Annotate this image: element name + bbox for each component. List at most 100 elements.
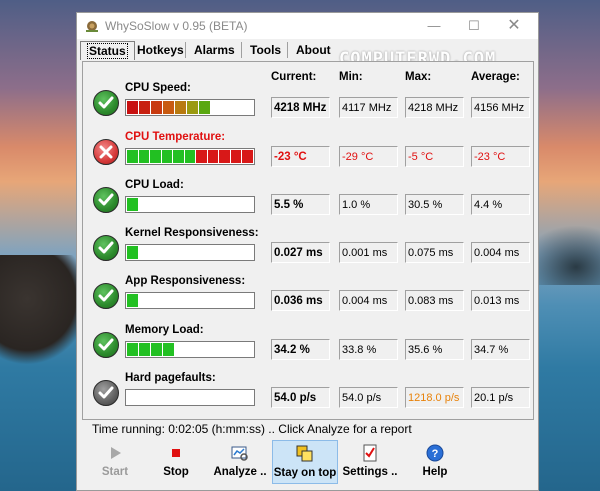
metric-current-value: -23 °C bbox=[271, 146, 330, 167]
progress-segment bbox=[187, 101, 198, 114]
progress-segment bbox=[175, 101, 186, 114]
metric-row: Hard pagefaults: 54.0 p/s 54.0 p/s 1218.0 p… bbox=[83, 372, 533, 422]
progress-segment bbox=[127, 101, 138, 114]
progress-segment bbox=[184, 150, 196, 163]
metric-max-value: 0.075 ms bbox=[405, 242, 464, 263]
metric-progress-bar bbox=[125, 244, 255, 261]
metric-progress-bar bbox=[125, 292, 255, 309]
metric-label: App Responsiveness: bbox=[125, 275, 246, 287]
stay-on-top-button[interactable]: Stay on top bbox=[272, 440, 338, 484]
metric-min-value: 54.0 p/s bbox=[339, 387, 398, 408]
tab-separator bbox=[185, 42, 186, 58]
neutral-check-icon bbox=[93, 380, 119, 406]
metric-row: CPU Temperature: -23 °C -29 °C -5 °C -23 °C bbox=[83, 131, 533, 181]
metric-label: Kernel Responsiveness: bbox=[125, 227, 259, 239]
maximize-button[interactable]: ☐ bbox=[454, 13, 494, 39]
metric-max-value: 30.5 % bbox=[405, 194, 464, 215]
header-min: Min: bbox=[339, 71, 363, 83]
start-button[interactable]: Start bbox=[82, 440, 148, 484]
metric-current-value: 0.027 ms bbox=[271, 242, 330, 263]
metric-label: CPU Speed: bbox=[125, 82, 191, 94]
tab-separator bbox=[287, 42, 288, 58]
metric-current-value: 4218 MHz bbox=[271, 97, 330, 118]
metric-min-value: 0.001 ms bbox=[339, 242, 398, 263]
stop-button[interactable]: Stop bbox=[143, 440, 209, 484]
metric-average-value: 4.4 % bbox=[471, 194, 530, 215]
snail-app-icon bbox=[86, 21, 98, 32]
metric-min-value: 4117 MHz bbox=[339, 97, 398, 118]
metric-row: App Responsiveness: 0.036 ms 0.004 ms 0.083… bbox=[83, 275, 533, 325]
progress-segment bbox=[163, 343, 174, 356]
tab-status[interactable]: Status bbox=[80, 41, 135, 60]
status-bar: Time running: 0:02:05 (h:mm:ss) .. Click… bbox=[82, 421, 532, 437]
stay-on-top-icon bbox=[296, 445, 313, 462]
progress-segment bbox=[139, 101, 150, 114]
metric-min-value: -29 °C bbox=[339, 146, 398, 167]
metric-row: CPU Speed: 4218 MHz 4117 MHz 4218 MHz 4156 M… bbox=[83, 82, 533, 132]
progress-segment bbox=[161, 150, 173, 163]
metric-row: Kernel Responsiveness: 0.027 ms 0.001 ms 0.… bbox=[83, 227, 533, 277]
tab-hotkeys[interactable]: Hotkeys bbox=[131, 41, 190, 59]
help-button[interactable]: ? Help bbox=[402, 440, 468, 484]
status-text: Time running: 0:02:05 (h:mm:ss) .. Click… bbox=[92, 422, 412, 436]
metric-average-value: 0.004 ms bbox=[471, 242, 530, 263]
header-average: Average: bbox=[471, 71, 520, 83]
analyze-button[interactable]: Analyze .. bbox=[207, 440, 273, 484]
metric-average-value: 4156 MHz bbox=[471, 97, 530, 118]
metric-progress-bar bbox=[125, 196, 255, 213]
metric-current-value: 0.036 ms bbox=[271, 290, 330, 311]
progress-segment bbox=[173, 150, 184, 163]
tab-separator bbox=[241, 42, 242, 58]
progress-segment bbox=[127, 343, 138, 356]
metric-label: CPU Temperature: bbox=[125, 131, 226, 143]
progress-segment bbox=[163, 101, 174, 114]
metric-label: Memory Load: bbox=[125, 324, 204, 336]
error-icon bbox=[93, 139, 119, 165]
stop-icon bbox=[172, 449, 180, 457]
metric-max-value: 4218 MHz bbox=[405, 97, 464, 118]
progress-segment bbox=[199, 101, 210, 114]
check-icon bbox=[93, 90, 119, 116]
metric-average-value: -23 °C bbox=[471, 146, 530, 167]
progress-segment bbox=[150, 150, 161, 163]
tab-about[interactable]: About bbox=[290, 41, 337, 59]
metric-row: Memory Load: 34.2 % 33.8 % 35.6 % 34.7 % bbox=[83, 324, 533, 374]
svg-text:?: ? bbox=[432, 448, 439, 460]
metric-min-value: 0.004 ms bbox=[339, 290, 398, 311]
check-icon bbox=[93, 187, 119, 213]
tab-tools[interactable]: Tools bbox=[244, 41, 287, 59]
progress-segment bbox=[196, 150, 207, 163]
metric-min-value: 33.8 % bbox=[339, 339, 398, 360]
metric-progress-bar bbox=[125, 341, 255, 358]
close-button[interactable]: ✕ bbox=[494, 13, 534, 39]
header-max: Max: bbox=[405, 71, 432, 83]
metric-average-value: 0.013 ms bbox=[471, 290, 530, 311]
window-title: WhySoSlow v 0.95 (BETA) bbox=[105, 19, 248, 33]
progress-segment bbox=[230, 150, 242, 163]
help-icon: ? bbox=[426, 444, 444, 462]
app-window: WhySoSlow v 0.95 (BETA) — ☐ ✕ Status Hot… bbox=[76, 12, 539, 491]
settings-button[interactable]: Settings .. bbox=[337, 440, 403, 484]
title-bar[interactable]: WhySoSlow v 0.95 (BETA) — ☐ ✕ bbox=[77, 13, 538, 39]
metric-progress-bar bbox=[125, 99, 255, 116]
progress-segment bbox=[207, 150, 219, 163]
metric-current-value: 5.5 % bbox=[271, 194, 330, 215]
tab-alarms[interactable]: Alarms bbox=[188, 41, 241, 59]
metric-min-value: 1.0 % bbox=[339, 194, 398, 215]
metric-average-value: 20.1 p/s bbox=[471, 387, 530, 408]
metric-progress-bar bbox=[125, 389, 255, 406]
settings-icon bbox=[363, 444, 377, 462]
play-icon bbox=[111, 447, 121, 459]
check-icon bbox=[93, 332, 119, 358]
metric-max-value: -5 °C bbox=[405, 146, 464, 167]
metric-label: Hard pagefaults: bbox=[125, 372, 216, 384]
metric-progress-bar bbox=[125, 148, 255, 165]
metric-row: CPU Load: 5.5 % 1.0 % 30.5 % 4.4 % bbox=[83, 179, 533, 229]
metric-current-value: 54.0 p/s bbox=[271, 387, 330, 408]
header-current: Current: bbox=[271, 71, 317, 83]
progress-segment bbox=[127, 198, 138, 211]
progress-segment bbox=[127, 150, 138, 163]
minimize-button[interactable]: — bbox=[414, 13, 454, 39]
progress-segment bbox=[151, 101, 162, 114]
progress-segment bbox=[139, 343, 150, 356]
